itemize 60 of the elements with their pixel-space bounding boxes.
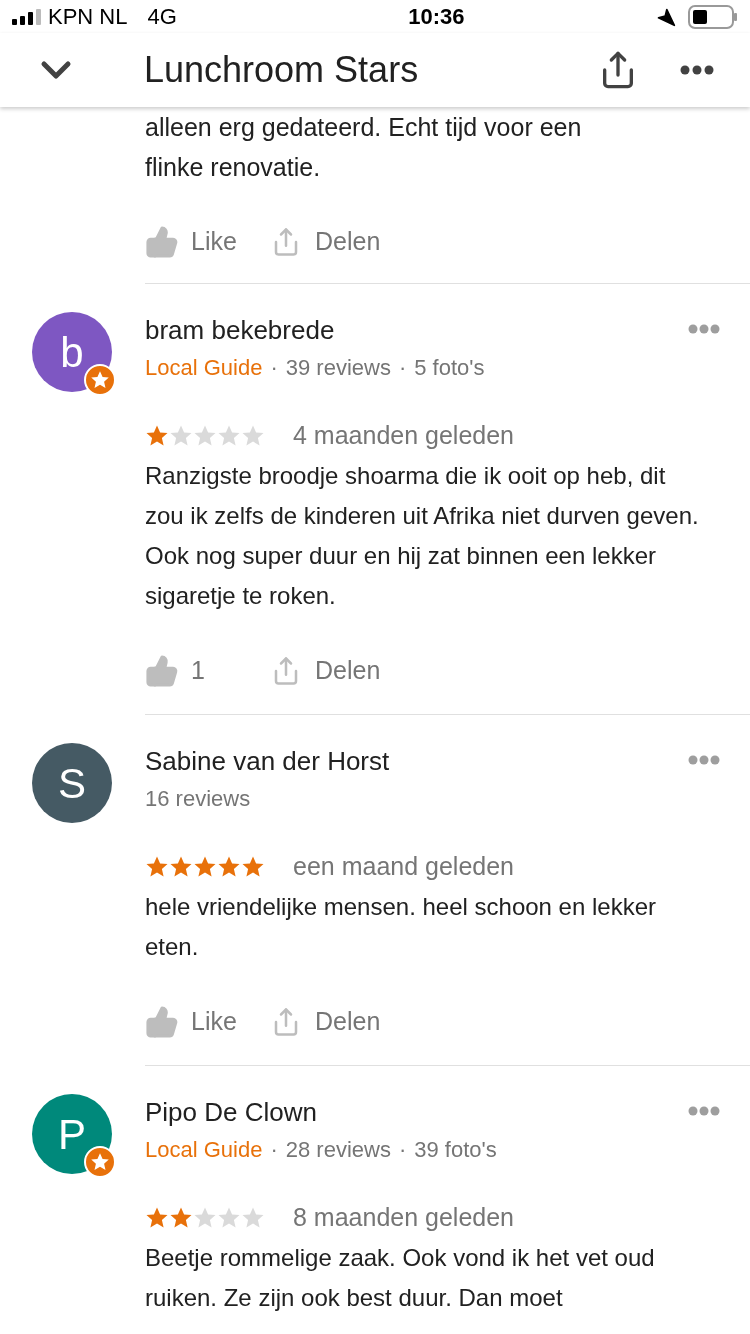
- star-icon: [145, 424, 169, 448]
- review-date: 8 maanden geleden: [293, 1202, 515, 1234]
- like-button[interactable]: Like: [145, 223, 271, 261]
- location-arrow-icon: [656, 6, 676, 27]
- more-icon[interactable]: [688, 1106, 720, 1116]
- thumbs-up-icon: [145, 654, 179, 688]
- avatar[interactable]: b: [32, 312, 112, 392]
- star-icon: [241, 855, 265, 879]
- star-icon: [217, 424, 241, 448]
- avatar[interactable]: P: [32, 1094, 112, 1174]
- review-date: een maand geleden: [293, 851, 515, 883]
- reviewer-stat: 5 foto's: [414, 354, 485, 382]
- thumbs-up-icon: [145, 1005, 179, 1039]
- reviewer-stat: 39 reviews: [285, 354, 391, 382]
- thumbs-up-icon: [145, 225, 179, 259]
- star-icon: [169, 1206, 193, 1230]
- star-icon: [169, 424, 193, 448]
- reviewer-stat: 28 reviews: [285, 1136, 391, 1164]
- star-icon: [193, 424, 217, 448]
- reviewer-name[interactable]: Pipo De Clown: [145, 1092, 497, 1132]
- share-button[interactable]: Delen: [271, 652, 381, 690]
- place-title: Lunchroom Stars: [144, 48, 420, 92]
- network-type: 4G: [147, 3, 177, 31]
- reviewer-name[interactable]: Sabine van der Horst: [145, 741, 390, 781]
- star-icon: [193, 855, 217, 879]
- star-icon: [145, 1206, 169, 1230]
- star-icon: [217, 855, 241, 879]
- local-guide-label: Local Guide: [145, 354, 263, 382]
- review-text: hele vriendelijke mensen. heel schoon en lekker eten.: [145, 892, 657, 962]
- star-icon: [145, 855, 169, 879]
- star-icon: [241, 424, 265, 448]
- reviewer-name[interactable]: bram bekebrede: [145, 310, 485, 350]
- separator-dot: ·: [270, 354, 278, 382]
- share-button[interactable]: Delen: [271, 223, 381, 261]
- share-button[interactable]: Delen: [271, 1003, 381, 1041]
- separator-dot: ·: [398, 354, 407, 382]
- local-guide-label: Local Guide: [145, 1136, 263, 1164]
- separator-dot: ·: [398, 1136, 407, 1164]
- clock: 10:36: [408, 3, 465, 31]
- battery-icon: [688, 4, 738, 29]
- reviewer-stat: 39 foto's: [414, 1136, 497, 1164]
- like-button[interactable]: Like: [145, 1003, 271, 1041]
- like-button[interactable]: 1: [145, 652, 271, 690]
- separator-dot: ·: [270, 1136, 278, 1164]
- more-button[interactable]: [680, 65, 714, 75]
- review-text: alleen erg gedateerd. Echt tijd voor een flinke renovatie.: [145, 112, 583, 183]
- review-text: Ranzigste broodje shoarma die ik ooit op heb, dit zou ik zelfs de kinderen uit Afrika niet durven geven. Ook nog super duur en hij zat binnen een lekker sigaretje te roken.: [145, 461, 700, 611]
- star-icon: [241, 1206, 265, 1230]
- more-icon[interactable]: [688, 755, 720, 765]
- avatar[interactable]: S: [32, 743, 112, 823]
- star-icon: [169, 855, 193, 879]
- star-icon: [193, 1206, 217, 1230]
- signal-icon: [12, 8, 42, 25]
- more-icon: [680, 65, 714, 75]
- reviewer-stat: 16 reviews: [145, 785, 251, 813]
- more-icon[interactable]: [688, 324, 720, 334]
- review-text: Beetje rommelige zaak. Ook vond ik het vet oud ruiken. Ze zijn ook best duur. Dan moet: [145, 1243, 656, 1313]
- carrier-name: KPN NL: [48, 3, 128, 31]
- review-date: 4 maanden geleden: [293, 420, 515, 452]
- star-icon: [217, 1206, 241, 1230]
